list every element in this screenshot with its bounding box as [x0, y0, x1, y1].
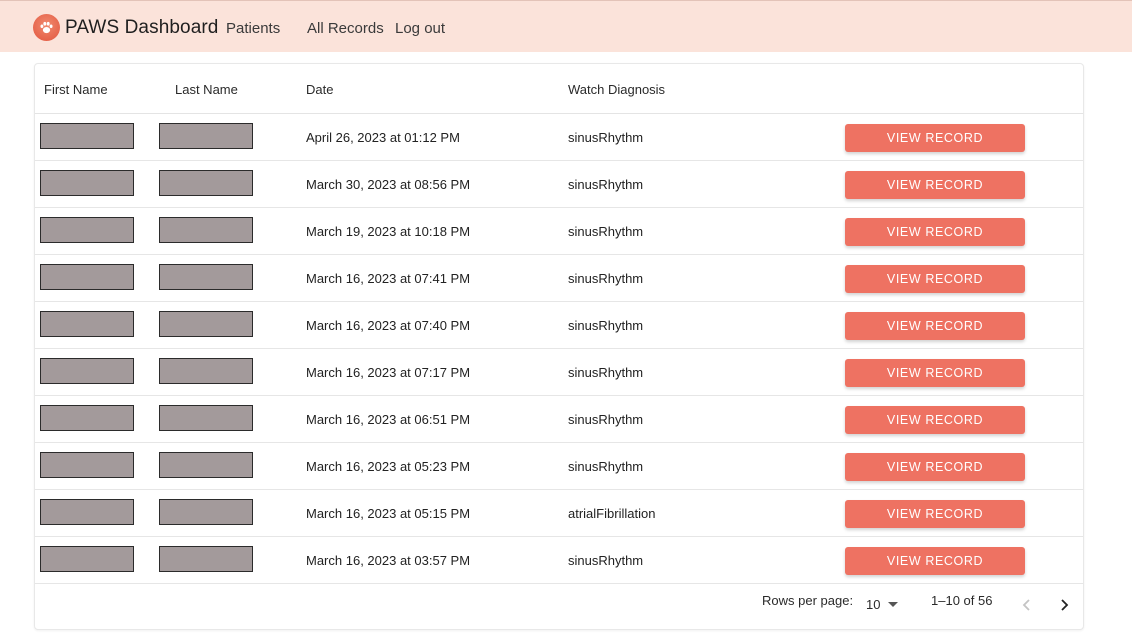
- redacted-last-name: [159, 170, 253, 196]
- next-page-button[interactable]: [1054, 595, 1074, 615]
- redacted-last-name: [159, 546, 253, 572]
- redacted-first-name: [40, 123, 134, 149]
- redacted-last-name: [159, 311, 253, 337]
- record-date: March 16, 2023 at 06:51 PM: [306, 412, 471, 427]
- view-record-button[interactable]: VIEW RECORD: [845, 406, 1025, 434]
- view-record-button[interactable]: VIEW RECORD: [845, 218, 1025, 246]
- column-date[interactable]: Date: [306, 82, 333, 97]
- record-date: March 16, 2023 at 05:23 PM: [306, 459, 471, 474]
- table-row: March 16, 2023 at 06:51 PM sinusRhythm VIE…: [35, 396, 1083, 443]
- table-header: First Name Last Name Date Watch Diagnosi…: [35, 64, 1083, 114]
- redacted-first-name: [40, 170, 134, 196]
- redacted-first-name: [40, 546, 134, 572]
- record-date: March 19, 2023 at 10:18 PM: [306, 224, 471, 239]
- view-record-button[interactable]: VIEW RECORD: [845, 171, 1025, 199]
- top-app-bar: PAWS Dashboard Patients All Records Log …: [0, 0, 1132, 52]
- watch-diagnosis: sinusRhythm: [568, 318, 644, 333]
- rows-per-page-label: Rows per page:: [762, 593, 854, 608]
- chevron-right-icon: [1061, 599, 1069, 611]
- view-record-button[interactable]: VIEW RECORD: [845, 124, 1025, 152]
- previous-page-button[interactable]: [1017, 595, 1037, 615]
- caret-down-icon: [888, 602, 899, 607]
- record-date: March 16, 2023 at 05:15 PM: [306, 506, 471, 521]
- view-record-button[interactable]: VIEW RECORD: [845, 312, 1025, 340]
- table-row: March 16, 2023 at 03:57 PM sinusRhythm VIE…: [35, 537, 1083, 584]
- rows-per-page-select[interactable]: 10: [866, 597, 899, 612]
- record-date: March 30, 2023 at 08:56 PM: [306, 177, 471, 192]
- watch-diagnosis: sinusRhythm: [568, 553, 644, 568]
- table-pagination: Rows per page: 10 1–10 of 56: [35, 582, 1083, 630]
- redacted-last-name: [159, 123, 253, 149]
- nav-patients[interactable]: Patients: [226, 20, 280, 37]
- redacted-first-name: [40, 452, 134, 478]
- view-record-button[interactable]: VIEW RECORD: [845, 500, 1025, 528]
- view-record-button[interactable]: VIEW RECORD: [845, 453, 1025, 481]
- redacted-last-name: [159, 452, 253, 478]
- chevron-left-icon: [1022, 599, 1030, 611]
- records-table-card: First Name Last Name Date Watch Diagnosi…: [34, 63, 1084, 630]
- column-first-name[interactable]: First Name: [44, 82, 108, 97]
- table-row: March 19, 2023 at 10:18 PM sinusRhythm VIE…: [35, 208, 1083, 255]
- watch-diagnosis: sinusRhythm: [568, 271, 644, 286]
- record-date: March 16, 2023 at 03:57 PM: [306, 553, 471, 568]
- table-row: April 26, 2023 at 01:12 PM sinusRhythm VIE…: [35, 114, 1083, 161]
- record-date: March 16, 2023 at 07:17 PM: [306, 365, 471, 380]
- redacted-first-name: [40, 264, 134, 290]
- record-date: April 26, 2023 at 01:12 PM: [306, 130, 460, 145]
- table-row: March 16, 2023 at 05:23 PM sinusRhythm VIE…: [35, 443, 1083, 490]
- watch-diagnosis: sinusRhythm: [568, 459, 644, 474]
- redacted-last-name: [159, 499, 253, 525]
- nav-log-out[interactable]: Log out: [395, 20, 445, 37]
- table-row: March 16, 2023 at 07:40 PM sinusRhythm VIE…: [35, 302, 1083, 349]
- rows-per-page-value: 10: [866, 597, 881, 612]
- watch-diagnosis: sinusRhythm: [568, 177, 644, 192]
- watch-diagnosis: sinusRhythm: [568, 412, 644, 427]
- redacted-first-name: [40, 217, 134, 243]
- pagination-range: 1–10 of 56: [931, 593, 993, 608]
- redacted-last-name: [159, 217, 253, 243]
- view-record-button[interactable]: VIEW RECORD: [845, 359, 1025, 387]
- nav-all-records[interactable]: All Records: [307, 20, 384, 37]
- table-row: March 30, 2023 at 08:56 PM sinusRhythm VIE…: [35, 161, 1083, 208]
- brand-title[interactable]: PAWS Dashboard: [65, 17, 218, 39]
- record-date: March 16, 2023 at 07:41 PM: [306, 271, 471, 286]
- column-last-name[interactable]: Last Name: [175, 82, 238, 97]
- watch-diagnosis: atrialFibrillation: [568, 506, 656, 521]
- table-row: March 16, 2023 at 07:17 PM sinusRhythm VIE…: [35, 349, 1083, 396]
- paw-icon[interactable]: [33, 14, 60, 41]
- column-watch-diagnosis[interactable]: Watch Diagnosis: [568, 82, 665, 97]
- table-row: March 16, 2023 at 07:41 PM sinusRhythm VIE…: [35, 255, 1083, 302]
- table-row: March 16, 2023 at 05:15 PM atrialFibrilla…: [35, 490, 1083, 537]
- redacted-last-name: [159, 358, 253, 384]
- watch-diagnosis: sinusRhythm: [568, 224, 644, 239]
- record-date: March 16, 2023 at 07:40 PM: [306, 318, 471, 333]
- watch-diagnosis: sinusRhythm: [568, 365, 644, 380]
- watch-diagnosis: sinusRhythm: [568, 130, 644, 145]
- redacted-last-name: [159, 264, 253, 290]
- redacted-last-name: [159, 405, 253, 431]
- redacted-first-name: [40, 499, 134, 525]
- view-record-button[interactable]: VIEW RECORD: [845, 547, 1025, 575]
- view-record-button[interactable]: VIEW RECORD: [845, 265, 1025, 293]
- redacted-first-name: [40, 405, 134, 431]
- redacted-first-name: [40, 311, 134, 337]
- redacted-first-name: [40, 358, 134, 384]
